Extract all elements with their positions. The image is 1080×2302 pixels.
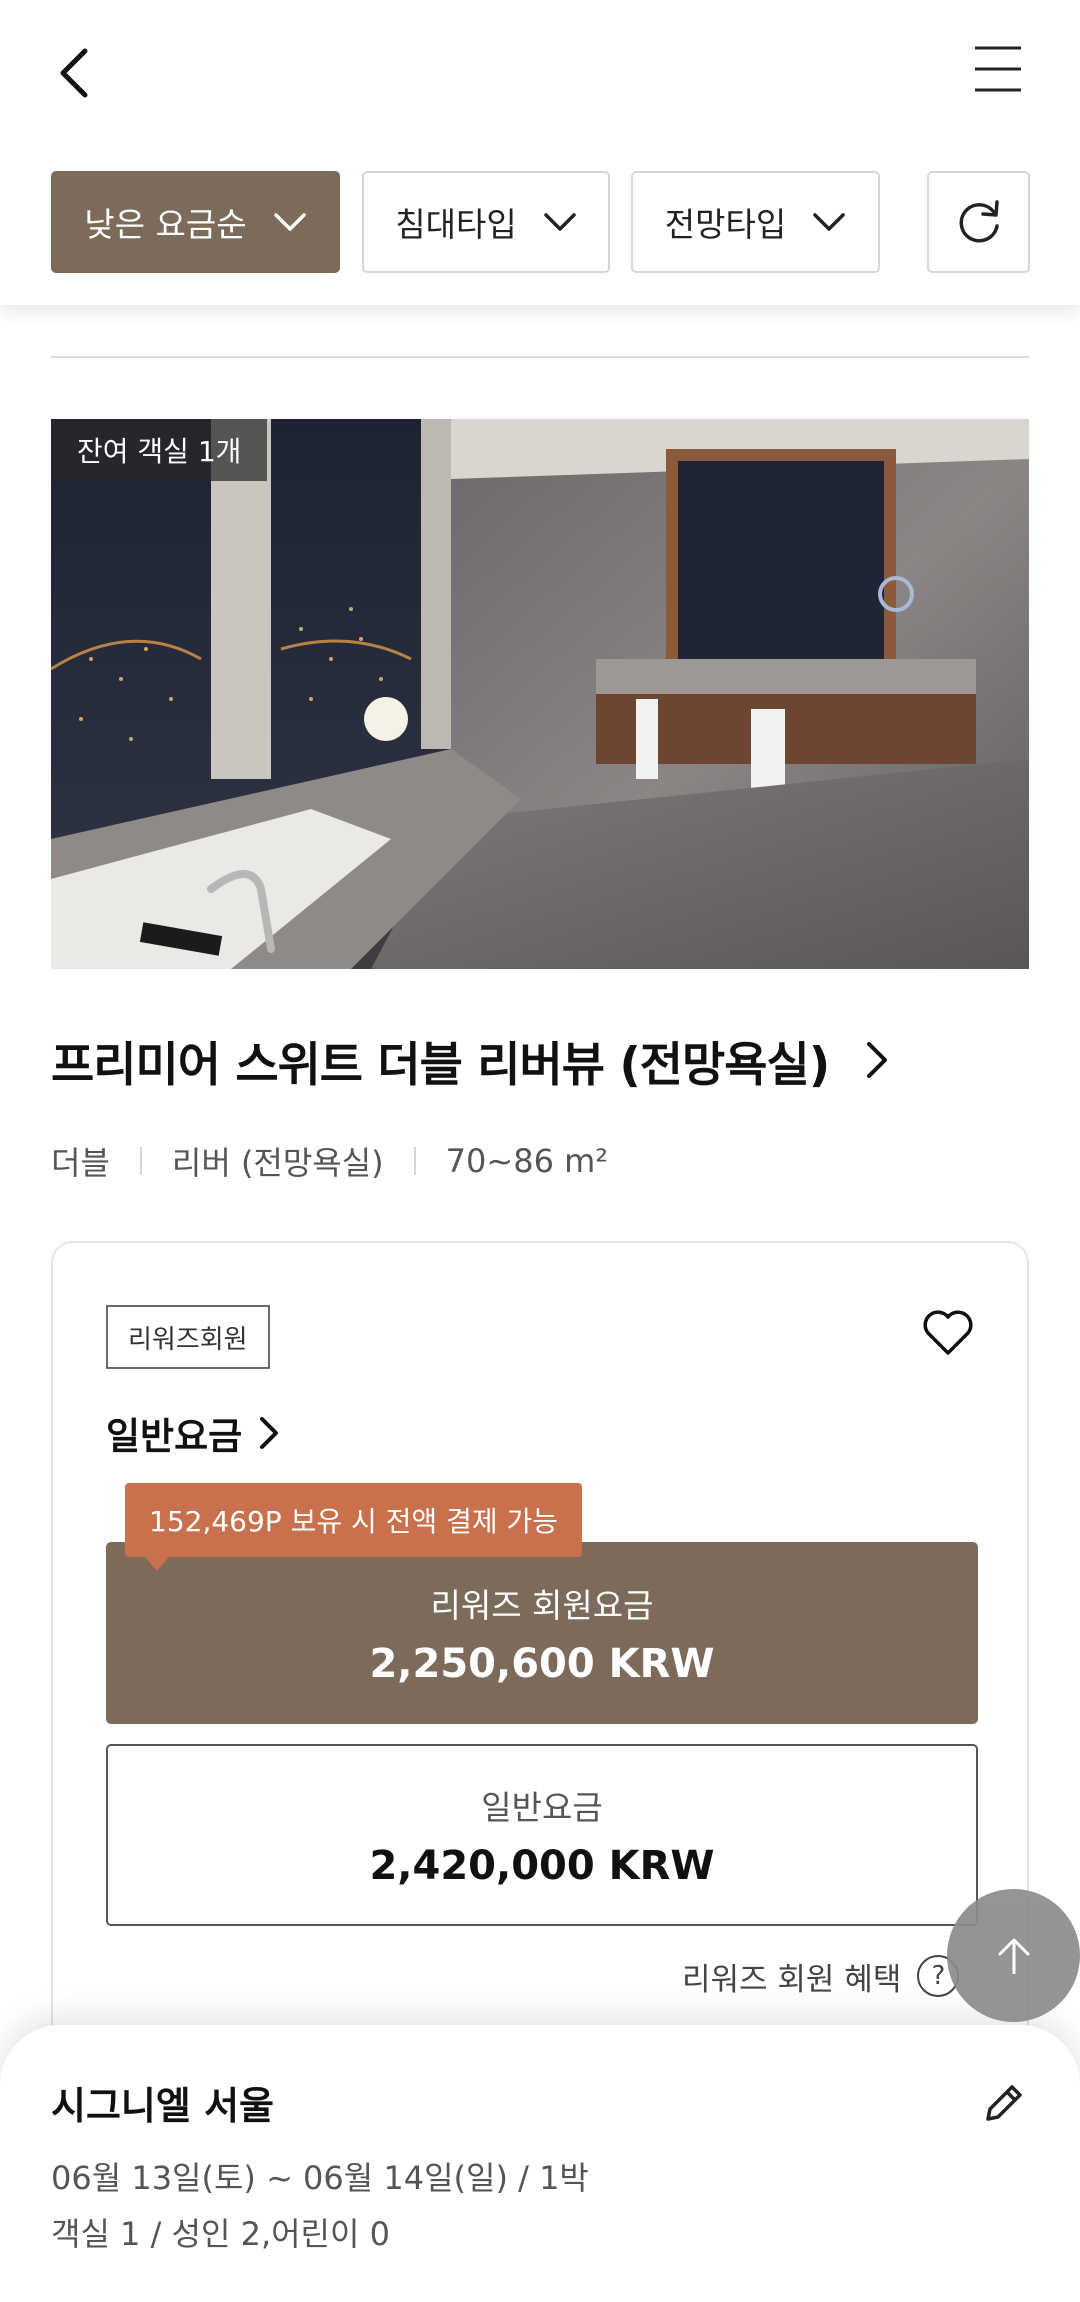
refresh-button[interactable] [927, 171, 1030, 273]
chevron-down-icon [543, 213, 576, 231]
heart-icon [923, 1310, 973, 1355]
bathroom-photo-illustration [51, 419, 1029, 969]
rate-type-title: 일반요금 [106, 1415, 243, 1458]
view-type-filter-label: 전망타입 [664, 205, 787, 244]
back-arrow-icon [60, 48, 88, 98]
filter-bar: 낮은 요금순 침대타입 전망타입 [51, 171, 1031, 273]
chevron-right-icon [865, 1040, 889, 1080]
edit-search-button[interactable] [978, 2077, 1030, 2129]
menu-button[interactable] [968, 40, 1028, 100]
chevron-right-icon [258, 1416, 280, 1450]
hamburger-menu-icon [975, 46, 1021, 92]
member-rate-price: 2,250,600 KRW [369, 1641, 715, 1687]
general-rate-label: 일반요금 [481, 1788, 603, 1827]
room-meta: 더블 리버 (전망욕실) 70~86 m² [51, 1138, 608, 1184]
bed-type-filter-label: 침대타입 [395, 205, 517, 244]
room-list-page: 낮은 요금순 침대타입 전망타입 잔여 객실 1개 프리미어 스위트 더블 리버… [0, 0, 1080, 2302]
member-benefit-link[interactable]: 리워즈 회원 혜택 ? [682, 1950, 960, 2002]
hotel-name: 시그니엘 서울 [51, 2084, 274, 2128]
view-type-filter-chip[interactable]: 전망타입 [631, 171, 880, 273]
member-rate-button[interactable]: 리워즈 회원요금 2,250,600 KRW [106, 1542, 978, 1724]
member-rate-label: 리워즈 회원요금 [430, 1586, 654, 1625]
meta-separator [413, 1147, 416, 1175]
view-type-text: 리버 (전망욕실) [171, 1144, 384, 1182]
room-size-text: 70~86 m² [445, 1142, 609, 1180]
wishlist-button[interactable] [920, 1305, 976, 1361]
chevron-down-icon [813, 213, 845, 231]
room-title-link[interactable]: 프리미어 스위트 더블 리버뷰 (전망욕실) [51, 1025, 889, 1095]
booking-summary-sheet: 시그니엘 서울 06월 13일(토) ~ 06월 14일(일) / 1박 객실 … [0, 2025, 1080, 2302]
member-benefit-text: 리워즈 회원 혜택 [682, 1961, 902, 1998]
header: 낮은 요금순 침대타입 전망타입 [0, 0, 1080, 305]
bed-type-filter-chip[interactable]: 침대타입 [362, 171, 610, 273]
section-divider [51, 356, 1029, 358]
points-tooltip: 152,469P 보유 시 전액 결제 가능 [125, 1483, 583, 1571]
room-photo[interactable]: 잔여 객실 1개 [51, 419, 1029, 969]
stay-dates: 06월 13일(토) ~ 06월 14일(일) / 1박 [51, 2159, 589, 2197]
remaining-rooms-badge: 잔여 객실 1개 [51, 419, 268, 481]
pencil-icon [986, 2085, 1022, 2121]
arrow-up-icon [998, 1938, 1029, 1974]
bed-type-text: 더블 [51, 1144, 110, 1182]
general-rate-price: 2,420,000 KRW [369, 1843, 715, 1889]
general-rate-button[interactable]: 일반요금 2,420,000 KRW [106, 1744, 978, 1926]
meta-separator [139, 1147, 142, 1175]
back-button[interactable] [55, 38, 115, 108]
stay-guests: 객실 1 / 성인 2,어린이 0 [51, 2215, 390, 2253]
room-title: 프리미어 스위트 더블 리버뷰 (전망욕실) [51, 1037, 830, 1093]
rate-type-link[interactable]: 일반요금 [106, 1405, 280, 1461]
refresh-icon [959, 200, 999, 243]
sort-filter-label: 낮은 요금순 [84, 205, 247, 244]
member-tag: 리워즈회원 [106, 1305, 270, 1369]
scroll-to-top-button[interactable] [947, 1889, 1080, 2022]
sort-filter-chip[interactable]: 낮은 요금순 [51, 171, 340, 273]
chevron-down-icon [273, 213, 306, 231]
